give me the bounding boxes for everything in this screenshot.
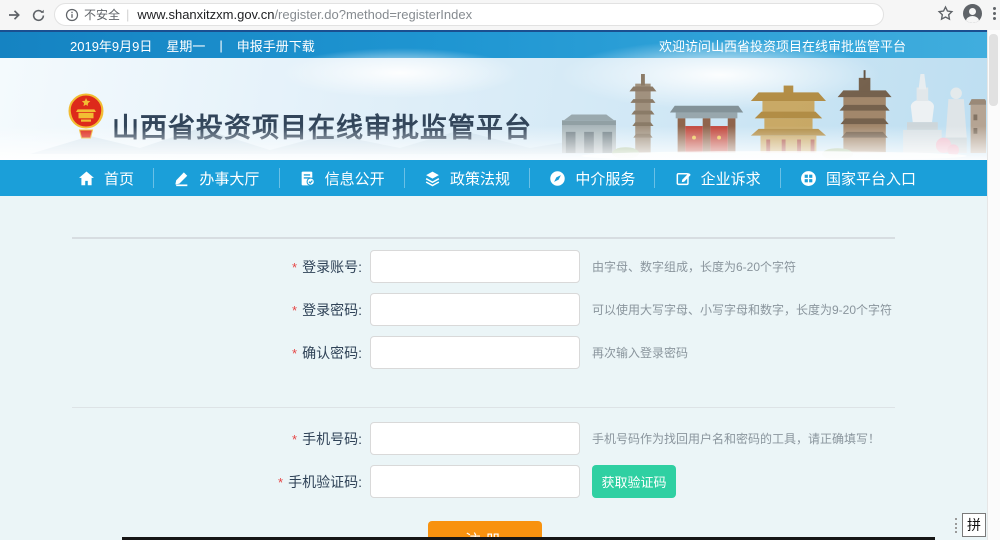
nav-separator	[153, 168, 154, 188]
home-icon	[78, 170, 95, 187]
profile-avatar-icon[interactable]	[963, 4, 982, 23]
manual-download-link[interactable]: 申报手册下载	[237, 36, 315, 55]
field-label: * 登录账号:	[140, 257, 362, 277]
phone-number-input[interactable]	[370, 422, 580, 455]
form-row-login-account: * 登录账号: 由字母、数字组成，长度为6-20个字符	[0, 250, 1000, 283]
nav-label: 办事大厅	[199, 168, 259, 189]
nav-item-enterprise-appeal[interactable]: 企业诉求	[675, 168, 761, 189]
nav-separator	[529, 168, 530, 188]
field-label: * 手机号码:	[140, 429, 362, 449]
fog-decoration	[0, 126, 1000, 160]
nav-label: 政策法规	[450, 168, 510, 189]
ime-drag-handle[interactable]	[955, 518, 957, 533]
nav-separator	[279, 168, 280, 188]
field-label-text: 登录密码:	[302, 302, 362, 318]
nav-item-service-hall[interactable]: 办事大厅	[173, 168, 259, 189]
required-asterisk: *	[292, 432, 297, 447]
toolbar-right	[937, 4, 998, 23]
register-form: * 登录账号: 由字母、数字组成，长度为6-20个字符 * 登录密码: 可以使用大写…	[0, 196, 1000, 540]
screen: 不安全 | www.shanxitzxm.gov.cn/register.do?…	[0, 0, 1000, 540]
field-hint: 由字母、数字组成，长度为6-20个字符	[592, 258, 796, 275]
field-label-text: 手机验证码:	[288, 474, 362, 490]
page-scrollbar[interactable]	[987, 30, 1000, 540]
confirm-password-input[interactable]	[370, 336, 580, 369]
url-domain: www.shanxitzxm.gov.cn	[137, 7, 274, 22]
url-separator: |	[126, 7, 129, 22]
section-divider	[72, 237, 895, 239]
nav-separator	[654, 168, 655, 188]
compass-icon	[549, 170, 566, 187]
weekday-text: 星期一	[166, 36, 205, 55]
browser-toolbar: 不安全 | www.shanxitzxm.gov.cn/register.do?…	[0, 0, 1000, 31]
address-bar[interactable]: 不安全 | www.shanxitzxm.gov.cn/register.do?…	[54, 3, 884, 26]
nav-item-info-disclosure[interactable]: 信息公开	[299, 168, 385, 189]
edit-square-icon	[675, 170, 692, 187]
page-url: www.shanxitzxm.gov.cn/register.do?method…	[137, 7, 472, 22]
login-account-input[interactable]	[370, 250, 580, 283]
bookmark-star-icon[interactable]	[937, 5, 954, 22]
required-asterisk: *	[278, 475, 283, 490]
main-nav: 首页 办事大厅 信息公开 政策法规 中介服务 企业诉求 国家平台	[0, 160, 1000, 196]
grid-circle-icon	[800, 170, 817, 187]
field-label: * 确认密码:	[140, 343, 362, 363]
nav-separator	[780, 168, 781, 188]
nav-label: 首页	[104, 168, 134, 189]
required-asterisk: *	[292, 260, 297, 275]
field-label-text: 手机号码:	[302, 431, 362, 447]
info-icon[interactable]	[65, 8, 79, 22]
browser-menu-icon[interactable]	[991, 5, 998, 22]
field-hint: 可以使用大写字母、小写字母和数字，长度为9-20个字符	[592, 301, 892, 318]
pen-icon	[173, 170, 190, 187]
reload-icon[interactable]	[28, 5, 48, 25]
security-label: 不安全	[84, 6, 120, 23]
required-asterisk: *	[292, 346, 297, 361]
field-label: * 登录密码:	[140, 300, 362, 320]
nav-separator	[404, 168, 405, 188]
nav-label: 企业诉求	[701, 168, 761, 189]
form-row-login-password: * 登录密码: 可以使用大写字母、小写字母和数字，长度为9-20个字符	[0, 293, 1000, 326]
doc-check-icon	[299, 170, 316, 187]
ime-pinyin-indicator[interactable]: 拼	[962, 513, 986, 537]
nav-label: 中介服务	[575, 168, 635, 189]
get-code-button[interactable]: 获取验证码	[592, 465, 676, 498]
form-row-phone-number: * 手机号码: 手机号码作为找回用户名和密码的工具，请正确填写！	[0, 422, 1000, 455]
topbar-separator: |	[219, 38, 222, 53]
sms-code-input[interactable]	[370, 465, 580, 498]
form-row-sms-code: * 手机验证码: 获取验证码	[0, 465, 1000, 498]
layers-icon	[424, 170, 441, 187]
site-header: 山西省投资项目在线审批监管平台	[0, 58, 1000, 160]
nav-item-home[interactable]: 首页	[78, 168, 134, 189]
cloud-decoration	[280, 48, 520, 98]
section-divider	[72, 407, 895, 408]
form-row-confirm-password: * 确认密码: 再次输入登录密码	[0, 336, 1000, 369]
field-hint: 再次输入登录密码	[592, 344, 688, 361]
required-asterisk: *	[292, 303, 297, 318]
date-text: 2019年9月9日	[70, 36, 152, 55]
topbar-left: 2019年9月9日 星期一 | 申报手册下载	[70, 32, 315, 58]
forward-icon[interactable]	[4, 5, 24, 25]
field-hint: 手机号码作为找回用户名和密码的工具，请正确填写！	[592, 430, 880, 447]
ime-language-bar: 拼	[955, 513, 986, 537]
nav-item-policies[interactable]: 政策法规	[424, 168, 510, 189]
url-path: /register.do?method=registerIndex	[274, 7, 472, 22]
scrollbar-thumb[interactable]	[989, 34, 998, 106]
field-label-text: 登录账号:	[302, 259, 362, 275]
nav-label: 信息公开	[325, 168, 385, 189]
nav-label: 国家平台入口	[826, 168, 916, 189]
nav-item-national-platform[interactable]: 国家平台入口	[800, 168, 916, 189]
nav-item-intermediary[interactable]: 中介服务	[549, 168, 635, 189]
field-label-text: 确认密码:	[302, 345, 362, 361]
field-label: * 手机验证码:	[140, 472, 362, 492]
login-password-input[interactable]	[370, 293, 580, 326]
